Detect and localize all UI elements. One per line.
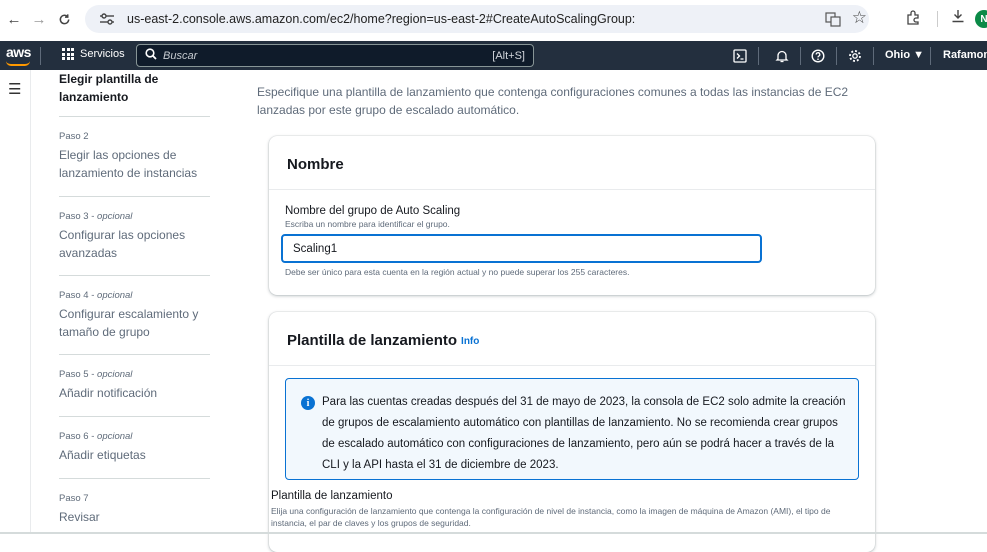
step-4[interactable]: Paso 4 - opcional Configurar escalamient… bbox=[59, 290, 234, 341]
step-label: Paso 5 - opcional bbox=[59, 369, 133, 380]
extensions-icon[interactable] bbox=[905, 9, 927, 29]
bookmark-star-icon[interactable]: ☆ bbox=[852, 8, 867, 28]
asg-name-field: Nombre del grupo de Auto Scaling Escriba… bbox=[285, 205, 460, 229]
info-circle-icon: i bbox=[301, 396, 315, 410]
step-6[interactable]: Paso 6 - opcional Añadir etiquetas bbox=[59, 431, 234, 464]
step-text: Elegir las opciones de lanzamiento de in… bbox=[59, 148, 198, 180]
nav-divider bbox=[800, 47, 801, 65]
left-strip-divider bbox=[30, 70, 31, 534]
nav-divider bbox=[873, 47, 874, 65]
aws-logo[interactable]: aws bbox=[6, 44, 31, 60]
asg-name-input[interactable] bbox=[281, 234, 762, 263]
region-selector[interactable]: Ohio ▼ bbox=[885, 49, 924, 61]
launch-config-notice: i Para las cuentas creadas después del 3… bbox=[285, 378, 859, 480]
step-label: Paso 4 - opcional bbox=[59, 290, 133, 301]
field-constraint: Debe ser único para esta cuenta en la re… bbox=[285, 267, 630, 277]
aws-logo-smile bbox=[6, 61, 30, 66]
search-icon bbox=[145, 48, 157, 63]
services-label: Servicios bbox=[80, 48, 125, 60]
step-5[interactable]: Paso 5 - opcional Añadir notificación bbox=[59, 369, 234, 402]
url-host: us-east-2.console.aws.amazon.com bbox=[127, 12, 327, 26]
step-label: Paso 7 bbox=[59, 493, 89, 504]
step-divider bbox=[59, 196, 210, 197]
field-label: Nombre del grupo de Auto Scaling bbox=[285, 205, 461, 217]
toolbar-divider bbox=[937, 10, 938, 27]
step-label: Paso 2 bbox=[59, 131, 89, 142]
search-bar[interactable]: [Alt+S] bbox=[136, 44, 534, 67]
notifications-bell-icon[interactable] bbox=[772, 46, 792, 66]
search-input[interactable] bbox=[163, 49, 463, 62]
step-text: Añadir etiquetas bbox=[59, 448, 146, 462]
name-card-header: Nombre bbox=[269, 136, 875, 190]
nav-divider bbox=[930, 47, 931, 65]
launch-template-card: Plantilla de lanzamiento Info i Para las… bbox=[269, 312, 875, 552]
site-settings-icon[interactable] bbox=[99, 12, 117, 26]
nav-divider bbox=[836, 47, 837, 65]
step-3[interactable]: Paso 3 - opcional Configurar las opcione… bbox=[59, 211, 234, 262]
step-text: Añadir notificación bbox=[59, 386, 158, 400]
launch-template-card-title: Plantilla de lanzamiento bbox=[287, 332, 458, 349]
cloudshell-icon[interactable] bbox=[730, 46, 750, 66]
search-shortcut: [Alt+S] bbox=[492, 50, 525, 62]
step-text: Revisar bbox=[59, 510, 100, 524]
forward-arrow-icon[interactable]: → bbox=[28, 8, 50, 30]
field-description: Elija una configuración de lanzamiento q… bbox=[271, 506, 831, 528]
step-text: Elegir plantilla de lanzamiento bbox=[59, 72, 159, 104]
address-bar[interactable]: us-east-2.console.aws.amazon.com/ec2/hom… bbox=[85, 5, 869, 33]
name-card-title: Nombre bbox=[287, 156, 344, 173]
page-description: Especifique una plantilla de lanzamiento… bbox=[257, 85, 849, 117]
download-icon[interactable] bbox=[950, 8, 970, 29]
help-icon[interactable] bbox=[808, 46, 828, 66]
translate-icon[interactable] bbox=[825, 11, 841, 32]
step-label: Paso 6 - opcional bbox=[59, 431, 133, 442]
launch-template-field: Plantilla de lanzamiento Elija una confi… bbox=[271, 490, 866, 529]
launch-template-card-header: Plantilla de lanzamiento Info bbox=[269, 312, 875, 366]
field-label: Plantilla de lanzamiento bbox=[271, 490, 393, 502]
info-link[interactable]: Info bbox=[461, 336, 479, 347]
url-text: us-east-2.console.aws.amazon.com/ec2/hom… bbox=[127, 12, 635, 26]
settings-gear-icon[interactable] bbox=[845, 46, 865, 66]
back-arrow-icon[interactable]: ← bbox=[3, 8, 25, 30]
aws-top-nav: aws Servicios [Alt+S] Ohio ▼ Rafamonte bbox=[0, 41, 987, 70]
nav-divider bbox=[758, 47, 759, 65]
step-divider bbox=[59, 275, 210, 276]
account-menu[interactable]: Rafamonte bbox=[943, 49, 987, 61]
step-label: Paso 3 - opcional bbox=[59, 211, 133, 222]
profile-avatar[interactable]: N bbox=[975, 10, 987, 28]
notice-text: Para las cuentas creadas después del 31 … bbox=[322, 396, 846, 471]
name-card: Nombre Nombre del grupo de Auto Scaling … bbox=[269, 136, 875, 295]
step-1[interactable]: Elegir plantilla de lanzamiento bbox=[59, 70, 234, 106]
step-2[interactable]: Paso 2 Elegir las opciones de lanzamient… bbox=[59, 131, 234, 182]
browser-toolbar: ← → us-east-2.console.aws.amazon.com/ec2… bbox=[0, 0, 987, 38]
step-divider bbox=[59, 354, 210, 355]
hamburger-menu-icon[interactable]: ☰ bbox=[8, 80, 21, 98]
step-divider bbox=[59, 416, 210, 417]
step-divider bbox=[59, 116, 210, 117]
url-path: /ec2/home?region=us-east-2#CreateAutoSca… bbox=[326, 12, 636, 26]
step-text: Configurar las opciones avanzadas bbox=[59, 228, 186, 260]
step-7[interactable]: Paso 7 Revisar bbox=[59, 493, 234, 526]
services-menu[interactable]: Servicios bbox=[62, 48, 125, 60]
field-description: Escriba un nombre para identificar el gr… bbox=[285, 219, 450, 229]
nav-divider bbox=[40, 47, 41, 65]
services-grid-icon bbox=[62, 48, 74, 60]
step-text: Configurar escalamiento y tamaño de grup… bbox=[59, 307, 199, 339]
reload-icon[interactable] bbox=[53, 8, 75, 30]
step-divider bbox=[59, 478, 210, 479]
